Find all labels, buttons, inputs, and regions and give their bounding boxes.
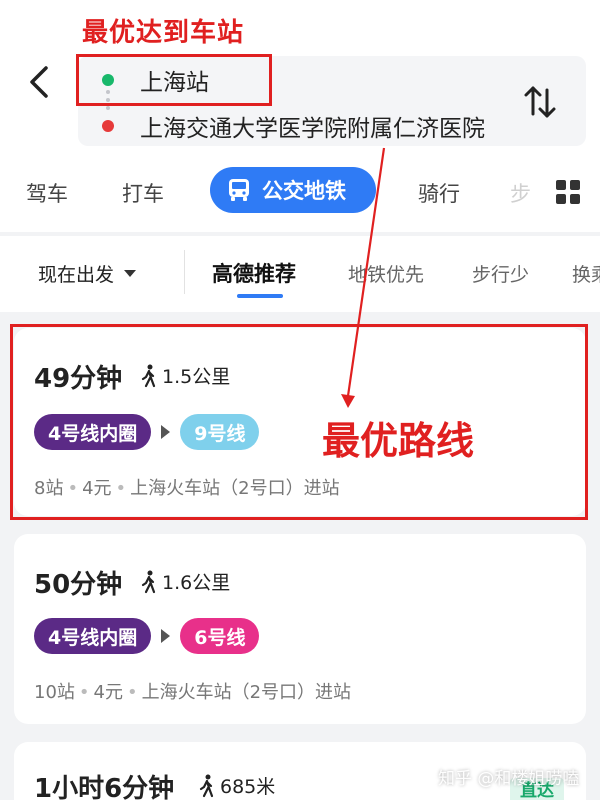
filter-bar: 现在出发 高德推荐 地铁优先 步行少 换乘 bbox=[0, 236, 600, 312]
walking-person-icon bbox=[141, 570, 156, 593]
route-card-2[interactable]: 50分钟 1.6公里 4号线内圈 6号线 10站 • 4元 • 上海火车站（2号口）进站 bbox=[14, 534, 586, 724]
route-meta: 10站 • 4元 • 上海火车站（2号口）进站 bbox=[34, 682, 352, 703]
depart-time-label: 现在出发 bbox=[38, 264, 115, 286]
stop-count: 10站 bbox=[34, 682, 75, 703]
filter-tab-metro-first[interactable]: 地铁优先 bbox=[348, 260, 424, 287]
swap-icon[interactable] bbox=[520, 84, 560, 120]
entry-station: 上海火车站（2号口）进站 bbox=[141, 682, 352, 703]
route-duration: 50分钟 bbox=[34, 570, 123, 600]
caret-down-icon bbox=[124, 270, 137, 277]
annotation-best-route: 最优路线 bbox=[322, 419, 475, 463]
watermark: 知乎 @和楼姐唠嗑 bbox=[438, 769, 580, 789]
line-chip: 6号线 bbox=[180, 618, 260, 654]
line-chip: 4号线内圈 bbox=[34, 618, 152, 654]
tab-transit[interactable]: 公交地铁 bbox=[210, 167, 376, 213]
walk-distance: 1.6公里 bbox=[140, 568, 230, 595]
tab-taxi[interactable]: 打车 bbox=[122, 178, 164, 208]
walk-distance-text: 685米 bbox=[220, 776, 276, 798]
filter-tab-less-walking[interactable]: 步行少 bbox=[472, 260, 529, 287]
bus-icon bbox=[229, 179, 249, 201]
walking-person-icon bbox=[199, 774, 214, 797]
divider bbox=[184, 250, 185, 294]
travel-mode-tabs: 驾车 打车 公交地铁 骑行 步 bbox=[0, 160, 600, 224]
route-lines: 4号线内圈 6号线 bbox=[34, 618, 260, 654]
filter-tab-recommended[interactable]: 高德推荐 bbox=[212, 258, 296, 288]
arrow-right-icon bbox=[161, 629, 171, 643]
depart-time-dropdown[interactable]: 现在出发 bbox=[38, 260, 137, 287]
walk-distance-text: 1.6公里 bbox=[162, 572, 231, 594]
header-area: 最优达到车站 上海站 上海交通大学医学院附属仁济医院 驾车 打车 公交地铁 骑行… bbox=[0, 0, 600, 232]
annotation-route-highlight bbox=[10, 324, 588, 520]
more-modes-grid-icon[interactable] bbox=[556, 180, 580, 204]
tab-ride[interactable]: 骑行 bbox=[418, 178, 460, 208]
tab-transit-label: 公交地铁 bbox=[262, 179, 346, 203]
annotation-best-station: 最优达到车站 bbox=[82, 18, 245, 48]
end-location-row[interactable]: 上海交通大学医学院附属仁济医院 bbox=[78, 104, 528, 148]
active-tab-underline bbox=[237, 294, 283, 298]
fare: 4元 bbox=[93, 682, 123, 703]
tab-walk-partial[interactable]: 步 bbox=[510, 178, 531, 208]
tab-drive[interactable]: 驾车 bbox=[26, 178, 68, 208]
walk-distance: 685米 bbox=[198, 772, 275, 799]
end-location: 上海交通大学医学院附属仁济医院 bbox=[140, 116, 485, 142]
annotation-start-highlight bbox=[76, 54, 272, 106]
end-dot-icon bbox=[102, 120, 114, 132]
back-arrow-icon[interactable] bbox=[22, 62, 58, 102]
filter-tab-transfer[interactable]: 换乘 bbox=[572, 260, 600, 287]
route-duration: 1小时6分钟 bbox=[34, 774, 175, 800]
